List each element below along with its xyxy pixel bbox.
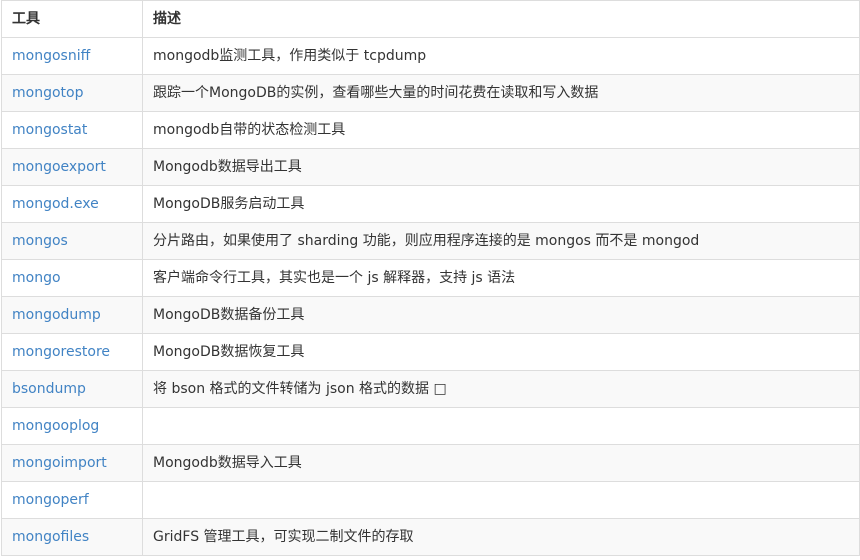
tool-cell: mongooplog <box>1 407 143 445</box>
mongodb-tools-table: 工具 描述 mongosniff mongodb监测工具，作用类似于 tcpdu… <box>1 0 860 556</box>
tool-cell: mongoperf <box>1 481 143 519</box>
table-row: mongoimport Mongodb数据导入工具 <box>1 444 860 482</box>
table-row: mongosniff mongodb监测工具，作用类似于 tcpdump <box>1 37 860 75</box>
tool-cell: mongostat <box>1 111 143 149</box>
table-row: mongoexport Mongodb数据导出工具 <box>1 148 860 186</box>
description-cell: Mongodb数据导出工具 <box>142 148 860 186</box>
tool-link[interactable]: mongosniff <box>12 48 90 64</box>
table-row: mongofiles GridFS 管理工具，可实现二制文件的存取 <box>1 518 860 556</box>
tool-cell: mongodump <box>1 296 143 334</box>
tool-cell: mongorestore <box>1 333 143 371</box>
table-row: mongoperf <box>1 481 860 519</box>
table-row: mongo 客户端命令行工具，其实也是一个 js 解释器，支持 js 语法 <box>1 259 860 297</box>
tool-cell: mongoimport <box>1 444 143 482</box>
tool-cell: bsondump <box>1 370 143 408</box>
description-cell: Mongodb数据导入工具 <box>142 444 860 482</box>
header-description: 描述 <box>142 0 860 38</box>
description-cell: 客户端命令行工具，其实也是一个 js 解释器，支持 js 语法 <box>142 259 860 297</box>
description-cell <box>142 481 860 519</box>
tool-cell: mongod.exe <box>1 185 143 223</box>
description-cell: 分片路由，如果使用了 sharding 功能，则应用程序连接的是 mongos … <box>142 222 860 260</box>
tool-link[interactable]: mongoimport <box>12 455 107 471</box>
tool-cell: mongotop <box>1 74 143 112</box>
tool-link[interactable]: mongooplog <box>12 418 99 434</box>
tool-link[interactable]: mongostat <box>12 122 87 138</box>
header-row: 工具 描述 <box>1 0 860 38</box>
tool-cell: mongoexport <box>1 148 143 186</box>
description-cell: mongodb监测工具，作用类似于 tcpdump <box>142 37 860 75</box>
description-cell: GridFS 管理工具，可实现二制文件的存取 <box>142 518 860 556</box>
description-cell: 将 bson 格式的文件转储为 json 格式的数据 □ <box>142 370 860 408</box>
table-row: mongooplog <box>1 407 860 445</box>
tool-link[interactable]: mongorestore <box>12 344 110 360</box>
description-cell <box>142 407 860 445</box>
table-row: mongorestore MongoDB数据恢复工具 <box>1 333 860 371</box>
description-cell: 跟踪一个MongoDB的实例，查看哪些大量的时间花费在读取和写入数据 <box>142 74 860 112</box>
table-row: mongotop 跟踪一个MongoDB的实例，查看哪些大量的时间花费在读取和写… <box>1 74 860 112</box>
table-row: mongodump MongoDB数据备份工具 <box>1 296 860 334</box>
table-row: mongos 分片路由，如果使用了 sharding 功能，则应用程序连接的是 … <box>1 222 860 260</box>
description-cell: MongoDB服务启动工具 <box>142 185 860 223</box>
tool-link[interactable]: bsondump <box>12 381 86 397</box>
description-cell: MongoDB数据恢复工具 <box>142 333 860 371</box>
tool-link[interactable]: mongodump <box>12 307 101 323</box>
tool-link[interactable]: mongotop <box>12 85 83 101</box>
tool-cell: mongofiles <box>1 518 143 556</box>
table-body: mongosniff mongodb监测工具，作用类似于 tcpdump mon… <box>1 37 860 556</box>
table-row: mongod.exe MongoDB服务启动工具 <box>1 185 860 223</box>
table-header: 工具 描述 <box>1 0 860 38</box>
header-tool: 工具 <box>1 0 143 38</box>
tool-link[interactable]: mongoperf <box>12 492 89 508</box>
description-cell: MongoDB数据备份工具 <box>142 296 860 334</box>
tool-link[interactable]: mongo <box>12 270 61 286</box>
tool-link[interactable]: mongos <box>12 233 68 249</box>
tool-cell: mongo <box>1 259 143 297</box>
tool-link[interactable]: mongod.exe <box>12 196 99 212</box>
table-row: bsondump 将 bson 格式的文件转储为 json 格式的数据 □ <box>1 370 860 408</box>
tool-link[interactable]: mongofiles <box>12 529 89 545</box>
description-cell: mongodb自带的状态检测工具 <box>142 111 860 149</box>
tool-cell: mongosniff <box>1 37 143 75</box>
tool-cell: mongos <box>1 222 143 260</box>
table-row: mongostat mongodb自带的状态检测工具 <box>1 111 860 149</box>
tool-link[interactable]: mongoexport <box>12 159 106 175</box>
